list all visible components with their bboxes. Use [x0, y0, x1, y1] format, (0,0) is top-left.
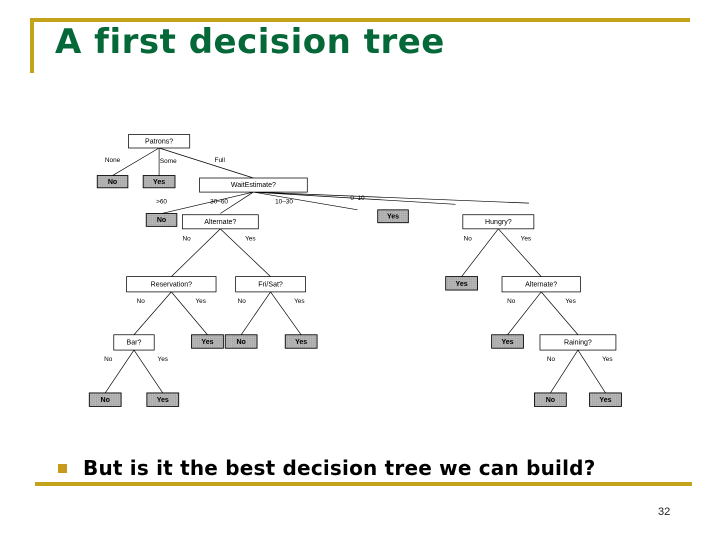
edge-label-alt-right-yes: Yes — [565, 298, 575, 305]
leaf-bar-no-label: No — [101, 397, 111, 404]
bullet-row: But is it the best decision tree we can … — [58, 455, 678, 481]
square-bullet-icon — [58, 463, 67, 473]
node-alternate-right-label: Alternate? — [525, 281, 557, 288]
node-bar-label: Bar? — [127, 340, 142, 347]
leaf-wait-gt60: No — [145, 213, 178, 227]
leaf-hungry-no-label: Yes — [456, 281, 468, 288]
edge-label-bar-yes: Yes — [158, 356, 168, 363]
leaf-raining-no: No — [534, 392, 567, 407]
node-patrons-label: Patrons? — [145, 139, 173, 146]
edge-label-patrons-some: Some — [160, 158, 177, 165]
title-rule-left — [30, 18, 34, 73]
page-title: A first decision tree — [55, 22, 445, 62]
leaf-patrons-some-label: Yes — [153, 179, 165, 186]
decision-tree-diagram: Patrons? None Some Full No Yes WaitEstim… — [85, 98, 630, 446]
node-wait-estimate-label: WaitEstimate? — [231, 182, 276, 189]
edge-label-hungry-no: No — [464, 235, 473, 242]
node-alternate-left: Alternate? — [181, 214, 259, 230]
node-bar: Bar? — [113, 334, 155, 351]
node-patrons: Patrons? — [128, 134, 191, 149]
edge-label-res-yes: Yes — [196, 298, 206, 305]
leaf-bar-yes: Yes — [146, 392, 180, 407]
footer-rule — [35, 482, 692, 486]
node-hungry: Hungry? — [462, 214, 535, 230]
edge-label-patrons-none: None — [105, 157, 121, 164]
edge-label-bar-no: No — [104, 356, 113, 363]
leaf-patrons-none-label: No — [108, 179, 118, 186]
node-raining-label: Raining? — [564, 340, 592, 347]
leaf-frisat-yes: Yes — [284, 334, 318, 349]
decision-tree-svg: Patrons? None Some Full No Yes WaitEstim… — [88, 134, 622, 407]
leaf-raining-yes: Yes — [589, 392, 622, 407]
leaf-reservation-yes: Yes — [191, 334, 224, 349]
leaf-patrons-some: Yes — [142, 175, 176, 189]
edge-label-wait-0-10: 0–10 — [350, 195, 365, 202]
node-raining: Raining? — [539, 334, 617, 351]
leaf-wait-0-10: Yes — [377, 209, 409, 224]
edge-label-rain-no: No — [547, 356, 556, 363]
node-hungry-label: Hungry? — [485, 219, 512, 226]
node-alternate-left-label: Alternate? — [204, 219, 236, 226]
edge-label-alt-right-no: No — [507, 298, 516, 305]
leaf-frisat-no: No — [224, 334, 258, 349]
edge-label-alt-left-yes: Yes — [245, 235, 255, 242]
node-wait-estimate: WaitEstimate? — [199, 177, 308, 193]
node-alternate-right: Alternate? — [501, 276, 581, 293]
leaf-bar-yes-label: Yes — [157, 397, 169, 404]
node-fri-sat: Fri/Sat? — [235, 276, 306, 293]
leaf-alternate-right-no: Yes — [491, 334, 524, 349]
edge-label-res-no: No — [137, 298, 146, 305]
edge-label-wait-10-30: 10–30 — [275, 199, 293, 206]
leaf-reservation-yes-label: Yes — [201, 339, 213, 346]
node-reservation-label: Reservation? — [151, 281, 193, 288]
leaf-wait-gt60-label: No — [157, 217, 167, 224]
edge-label-wait-30-60: 30–60 — [210, 199, 228, 206]
leaf-wait-0-10-label: Yes — [387, 213, 399, 220]
leaf-hungry-no: Yes — [445, 276, 478, 291]
leaf-alternate-right-no-label: Yes — [501, 339, 513, 346]
edge-label-hungry-yes: Yes — [521, 235, 531, 242]
leaf-frisat-no-label: No — [236, 339, 246, 346]
node-reservation: Reservation? — [126, 276, 217, 293]
edge-label-patrons-full: Full — [215, 157, 225, 164]
node-fri-sat-label: Fri/Sat? — [258, 281, 283, 288]
leaf-frisat-yes-label: Yes — [295, 339, 307, 346]
edge-label-frisat-no: No — [238, 298, 247, 305]
leaf-bar-no: No — [88, 392, 122, 407]
leaf-patrons-none: No — [96, 175, 129, 189]
edge-label-rain-yes: Yes — [602, 356, 612, 363]
page-number: 32 — [658, 506, 671, 518]
edge-label-frisat-yes: Yes — [294, 298, 304, 305]
slide-canvas: A first decision tree Patrons? None Some… — [0, 0, 720, 540]
edge-label-wait-gt60: >60 — [156, 199, 167, 206]
edge-label-alt-left-no: No — [183, 235, 192, 242]
leaf-raining-no-label: No — [546, 397, 556, 404]
leaf-raining-yes-label: Yes — [599, 397, 611, 404]
bullet-text: But is it the best decision tree we can … — [83, 456, 596, 480]
